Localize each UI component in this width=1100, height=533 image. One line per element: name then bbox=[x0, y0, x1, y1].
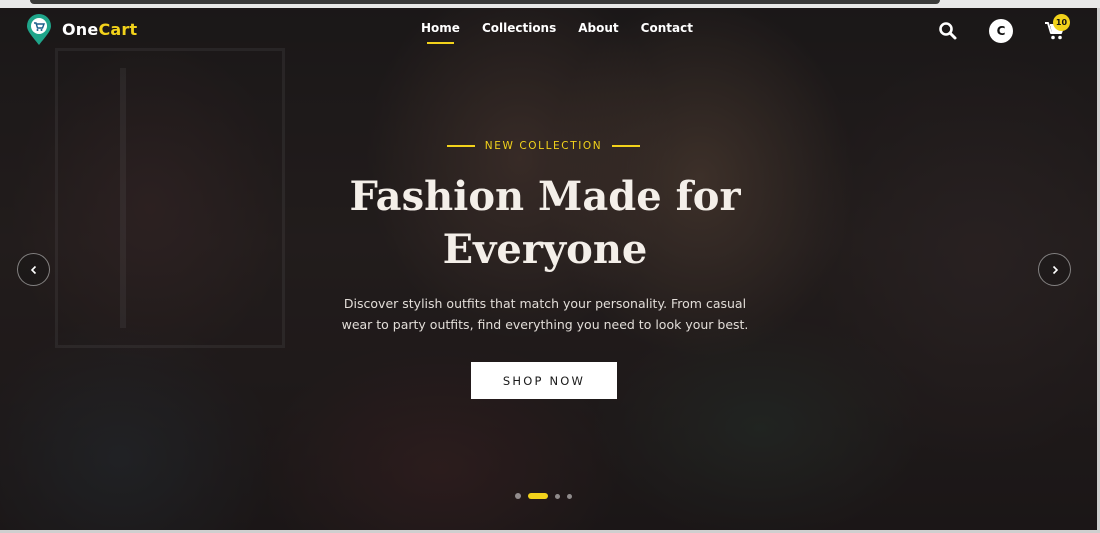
hero-kicker: NEW COLLECTION bbox=[447, 139, 640, 153]
carousel-dot-3[interactable] bbox=[555, 493, 560, 499]
nav-about[interactable]: About bbox=[578, 21, 618, 35]
nav-home[interactable]: Home bbox=[421, 21, 460, 44]
cart-pin-icon bbox=[26, 14, 52, 45]
hero-title-line2: Everyone bbox=[442, 226, 648, 273]
user-avatar[interactable]: C bbox=[989, 19, 1013, 43]
nav-collections[interactable]: Collections bbox=[482, 21, 556, 35]
brand-logo[interactable]: OneCart bbox=[26, 14, 138, 45]
top-strip bbox=[0, 0, 1100, 8]
carousel-dots bbox=[515, 493, 579, 499]
carousel-dot-2[interactable] bbox=[528, 493, 548, 499]
shop-now-button[interactable]: SHOP NOW bbox=[471, 362, 617, 399]
brand-name: OneCart bbox=[62, 19, 138, 39]
navbar: OneCart Home Collections About Contact C… bbox=[0, 8, 1097, 54]
hero-title: Fashion Made for Everyone bbox=[300, 170, 790, 276]
cart-count-badge: 10 bbox=[1053, 14, 1070, 31]
chevron-right-icon bbox=[1052, 265, 1058, 274]
nav-contact[interactable]: Contact bbox=[641, 21, 693, 35]
main-menu: Home Collections About Contact bbox=[421, 21, 715, 44]
carousel-dot-1[interactable] bbox=[515, 493, 521, 499]
search-icon[interactable] bbox=[938, 21, 958, 41]
browser-frame: OneCart Home Collections About Contact C… bbox=[0, 0, 1100, 533]
hero-kicker-text: NEW COLLECTION bbox=[484, 140, 603, 152]
carousel-prev-button[interactable] bbox=[17, 253, 50, 286]
hero-title-line1: Fashion Made for bbox=[349, 173, 741, 220]
carousel-next-button[interactable] bbox=[1038, 253, 1071, 286]
carousel-dot-4[interactable] bbox=[567, 493, 572, 499]
chevron-left-icon bbox=[30, 265, 36, 274]
hero-subtitle: Discover stylish outfits that match your… bbox=[341, 296, 749, 332]
